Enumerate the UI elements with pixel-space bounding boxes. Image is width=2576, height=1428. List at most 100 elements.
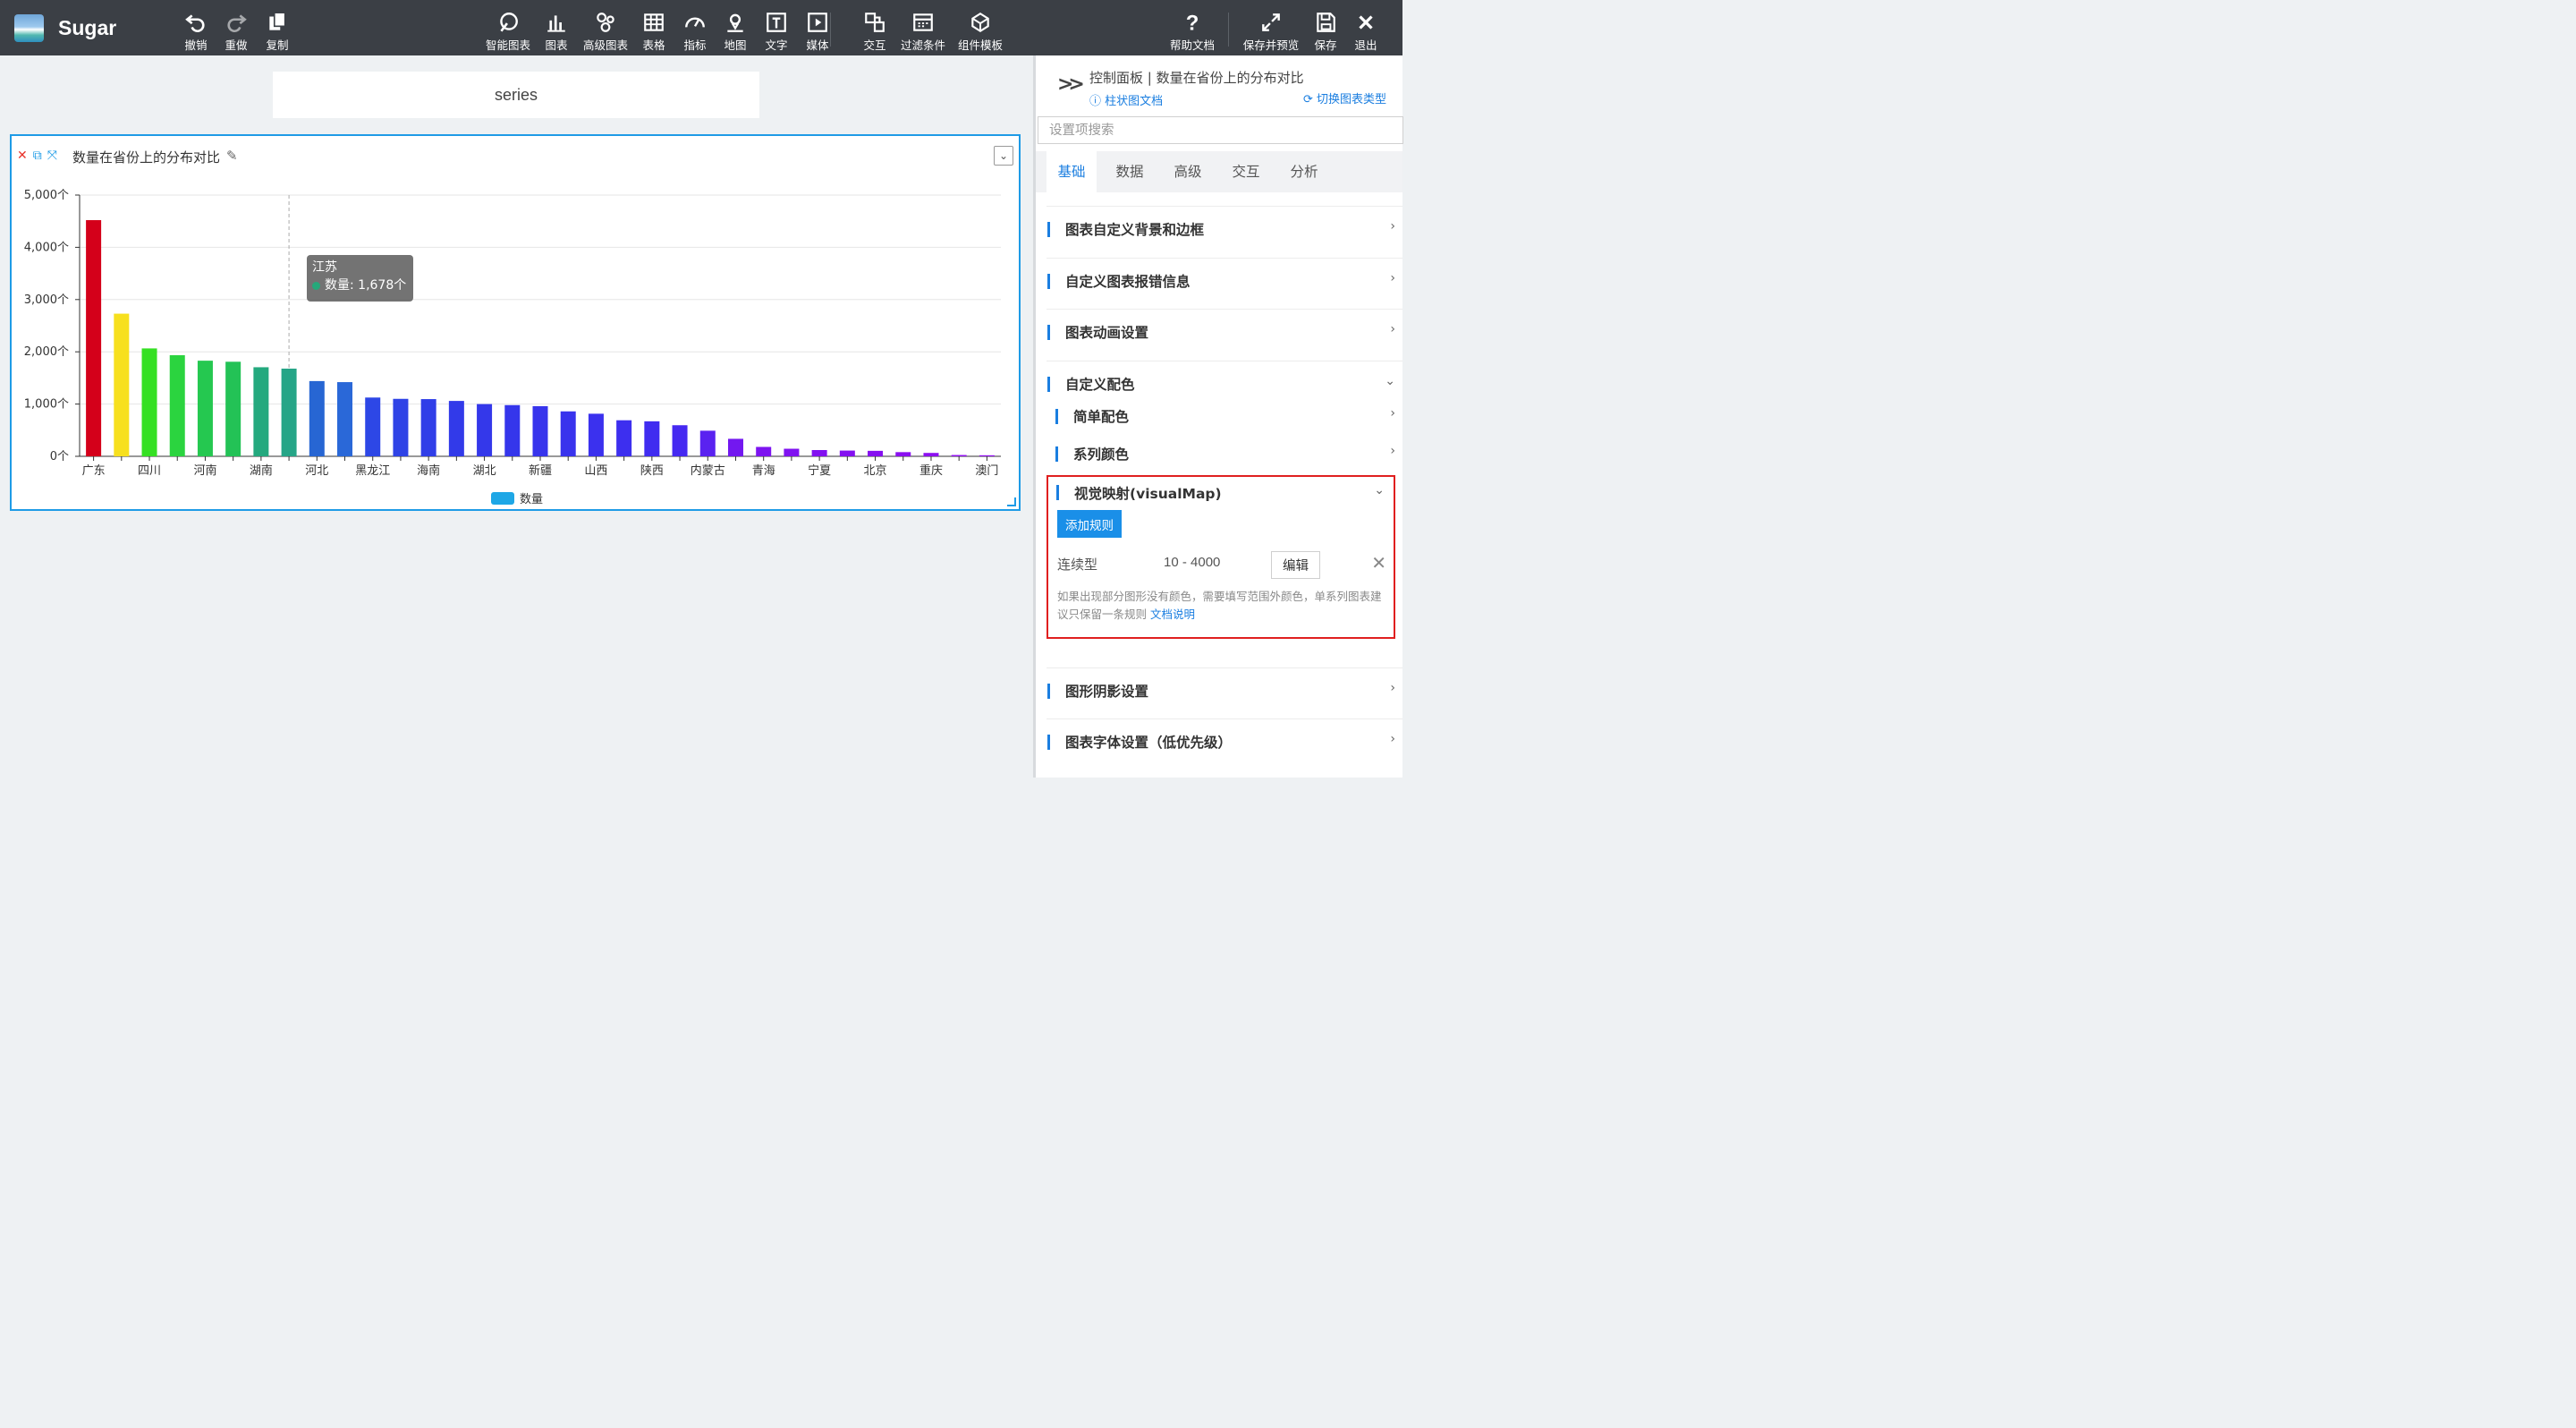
bar[interactable] <box>756 446 772 456</box>
bar[interactable] <box>420 399 436 456</box>
bar[interactable] <box>951 455 967 456</box>
bar[interactable] <box>616 420 632 456</box>
delete-rule-icon[interactable]: ✕ <box>1371 552 1386 574</box>
duplicate-icon[interactable]: ⧉ <box>33 149 42 163</box>
tooltip-series: 数量 <box>325 278 350 293</box>
y-tick-label: 4,000个 <box>24 241 69 254</box>
legend-swatch[interactable] <box>491 492 514 505</box>
cube-icon <box>971 12 989 33</box>
add-rule-button[interactable]: 添加规则 <box>1057 510 1122 538</box>
bar[interactable] <box>504 404 521 456</box>
bar[interactable] <box>86 220 102 457</box>
exit-button[interactable]: 退出 <box>1337 9 1394 52</box>
x-tick-label: 澳门 <box>975 463 998 478</box>
resize-handle[interactable] <box>1007 497 1016 506</box>
delete-icon[interactable]: ✕ <box>17 149 28 163</box>
bar[interactable] <box>365 397 381 456</box>
chevron-down-icon[interactable]: ⌄ <box>994 146 1013 166</box>
tab-advanced[interactable]: 高级 <box>1163 151 1213 192</box>
bar[interactable] <box>727 438 743 456</box>
bar[interactable] <box>532 405 548 456</box>
bar[interactable] <box>448 401 464 456</box>
subsection-simple-colors[interactable]: 简单配色 › <box>1055 398 1402 434</box>
fullscreen-icon[interactable]: ⤧ <box>47 149 57 163</box>
bar[interactable] <box>393 398 409 456</box>
visual-map-note: 如果出现部分图形没有颜色，需要填写范围外颜色，单系列图表建议只保留一条规则 文档… <box>1057 590 1382 621</box>
gauge-icon <box>685 17 705 28</box>
help-circle-icon: ⓘ <box>1089 95 1106 108</box>
tab-analysis[interactable]: 分析 <box>1279 151 1329 192</box>
bar[interactable] <box>895 452 911 456</box>
bar[interactable] <box>923 453 939 456</box>
section-error-info[interactable]: 自定义图表报错信息 › <box>1046 258 1402 309</box>
filter-button[interactable]: 过滤条件 <box>894 9 952 52</box>
bar[interactable] <box>281 369 297 456</box>
chevron-right-icon: › <box>1390 444 1395 458</box>
bar[interactable] <box>811 449 827 456</box>
section-shadow[interactable]: 图形阴影设置 › <box>1046 667 1402 718</box>
save-icon <box>1317 13 1335 32</box>
bar[interactable] <box>644 421 660 456</box>
x-tick-label: 四川 <box>138 464 161 478</box>
chart-title: 数量在省份上的分布对比 <box>72 149 221 166</box>
bar[interactable] <box>169 354 185 456</box>
bar[interactable] <box>253 367 269 456</box>
undo-icon <box>185 14 205 33</box>
bar[interactable] <box>197 361 213 456</box>
bar[interactable] <box>672 425 688 456</box>
x-tick-label: 陕西 <box>640 464 664 478</box>
smart-chart-icon <box>500 13 518 32</box>
subsection-series-colors[interactable]: 系列颜色 › <box>1055 436 1402 472</box>
bar[interactable] <box>868 450 884 456</box>
bar-chart-doc-link[interactable]: ⓘ 柱状图文档 <box>1089 91 1163 108</box>
chart-card[interactable]: 0个 1,000个 2,000个 3,000个 4,000个 5,000个 广东 四川 河南 湖南… <box>10 134 1021 511</box>
section-background[interactable]: 图表自定义背景和边框 › <box>1046 206 1402 257</box>
expand-icon <box>1262 13 1280 31</box>
redo-icon <box>227 14 247 33</box>
bar[interactable] <box>141 348 157 456</box>
settings-search-input[interactable] <box>1038 116 1403 144</box>
copy-button[interactable]: 复制 <box>249 9 306 52</box>
collapse-panel-icon[interactable]: >> <box>1057 73 1085 96</box>
component-template-button[interactable]: 组件模板 <box>952 9 1009 52</box>
bar[interactable] <box>588 413 604 456</box>
x-tick-label: 广东 <box>82 464 106 478</box>
help-docs-button[interactable]: ? 帮助文档 <box>1164 9 1221 52</box>
x-tick-label: 新疆 <box>529 463 552 478</box>
bar[interactable] <box>784 448 800 456</box>
edit-title-icon[interactable]: ✎ <box>226 148 238 164</box>
bar[interactable] <box>225 361 242 456</box>
bar[interactable] <box>477 404 493 456</box>
bar[interactable] <box>699 430 716 456</box>
tab-data[interactable]: 数据 <box>1105 151 1155 192</box>
x-tick-label: 重庆 <box>919 463 943 478</box>
section-font[interactable]: 图表字体设置（低优先级） › <box>1046 718 1402 769</box>
bar[interactable] <box>839 450 855 456</box>
tooltip-title: 江苏 <box>312 260 337 275</box>
control-panel: >> 控制面板 | 数量在省份上的分布对比 ⓘ 柱状图文档 ⟳ 切换图表类型 基… <box>1033 55 1403 778</box>
bar[interactable] <box>979 455 995 456</box>
x-tick-label: 河北 <box>305 464 328 478</box>
tab-basic[interactable]: 基础 <box>1046 151 1097 192</box>
y-tick-label: 2,000个 <box>24 345 69 359</box>
edit-rule-button[interactable]: 编辑 <box>1271 551 1320 579</box>
bar[interactable] <box>560 411 576 456</box>
switch-chart-type-link[interactable]: ⟳ 切换图表类型 <box>1303 89 1386 106</box>
bar[interactable] <box>114 313 130 456</box>
x-tick-label: 湖南 <box>250 463 273 478</box>
play-icon <box>808 13 827 32</box>
series-text-component[interactable]: series <box>273 72 759 118</box>
rule-range: 10 - 4000 <box>1164 555 1221 570</box>
chevron-right-icon: › <box>1390 271 1395 285</box>
save-preview-button[interactable]: 保存并预览 <box>1242 9 1300 52</box>
chevron-down-icon[interactable]: ⌄ <box>1374 483 1385 497</box>
bar[interactable] <box>309 380 325 456</box>
bar-chart[interactable]: 0个 1,000个 2,000个 3,000个 4,000个 5,000个广东 四川 河南 湖南… <box>12 136 1019 509</box>
tab-interaction[interactable]: 交互 <box>1221 151 1271 192</box>
x-tick-label: 北京 <box>864 464 887 478</box>
tooltip-dot <box>312 281 320 290</box>
media-button[interactable]: 媒体 <box>789 9 846 52</box>
bar[interactable] <box>337 382 353 456</box>
doc-link[interactable]: 文档说明 <box>1150 608 1195 621</box>
section-animation[interactable]: 图表动画设置 › <box>1046 309 1402 360</box>
